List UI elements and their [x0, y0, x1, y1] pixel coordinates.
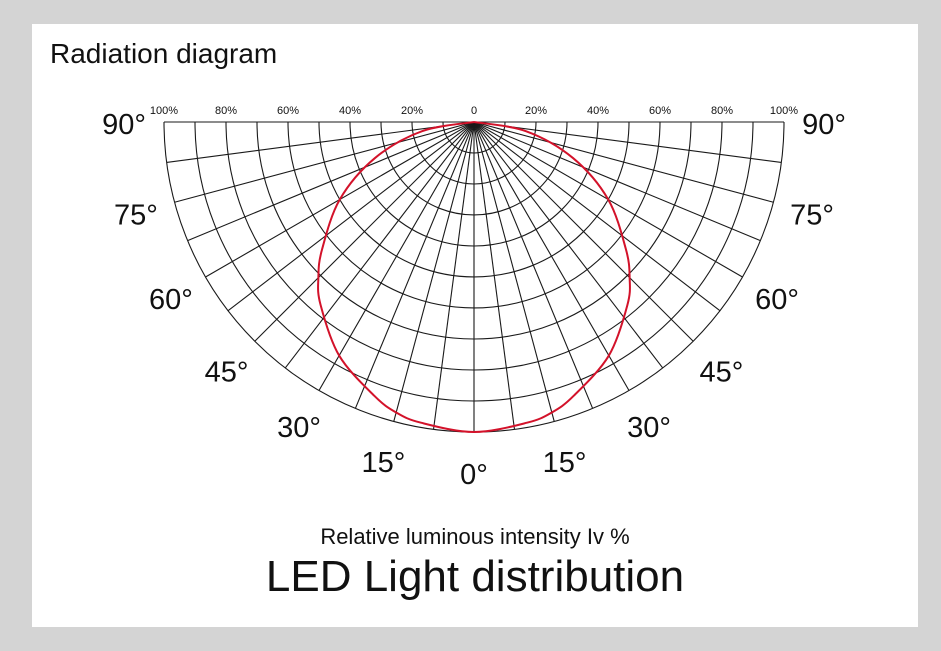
- radial-tick-label: 60%: [649, 105, 671, 117]
- angle-spoke: [473, 121, 630, 391]
- radial-tick-label: 80%: [215, 105, 237, 117]
- radial-tick-label: 100%: [150, 105, 178, 117]
- radial-tick-labels: 100% 80% 60% 40% 20% 0 20% 40% 60% 80% 100%: [150, 105, 798, 117]
- axis-caption: Relative luminous intensity Iv %: [320, 524, 630, 549]
- radial-tick-label: 0: [471, 105, 477, 117]
- radial-tick-label: 20%: [525, 105, 547, 117]
- angle-tick-label: 90°: [802, 109, 846, 141]
- radial-tick-label: 40%: [339, 105, 361, 117]
- angle-tick-label: 60°: [149, 284, 193, 316]
- angle-tick-label: 30°: [627, 412, 671, 444]
- angle-spoke: [166, 121, 475, 164]
- radial-tick-label: 100%: [770, 105, 798, 117]
- angle-spoke: [254, 121, 475, 342]
- angle-spoke: [473, 121, 516, 430]
- angle-spoke: [318, 121, 475, 391]
- chart-heading: LED Light distribution: [265, 552, 685, 601]
- radial-tick-label: 40%: [587, 105, 609, 117]
- angle-tick-label: 15°: [543, 447, 587, 479]
- angle-spoke: [432, 121, 475, 430]
- angle-spoke: [473, 121, 774, 203]
- polar-grid: [163, 121, 785, 433]
- angle-spoke: [174, 121, 475, 203]
- angle-spoke: [473, 121, 594, 409]
- radial-tick-label: 60%: [277, 105, 299, 117]
- angle-tick-label: 45°: [700, 356, 744, 388]
- diagram-panel: Radiation diagram 100% 80% 60% 40% 20% 0 20% 40…: [32, 24, 918, 627]
- angle-tick-label: 0°: [460, 459, 488, 491]
- angle-tick-label: 60°: [755, 284, 799, 316]
- angle-tick-label: 75°: [114, 200, 158, 232]
- radial-tick-label: 80%: [711, 105, 733, 117]
- angle-spoke: [473, 121, 782, 164]
- angle-tick-label: 45°: [205, 356, 249, 388]
- angle-tick-label: 30°: [277, 412, 321, 444]
- angle-spoke: [354, 121, 475, 409]
- angle-spoke: [393, 121, 475, 422]
- angle-tick-label: 90°: [102, 109, 146, 141]
- radial-tick-label: 20%: [401, 105, 423, 117]
- angle-spoke: [473, 121, 694, 342]
- angle-tick-label: 15°: [361, 447, 405, 479]
- angle-tick-label: 75°: [790, 200, 834, 232]
- angle-spoke: [473, 121, 555, 422]
